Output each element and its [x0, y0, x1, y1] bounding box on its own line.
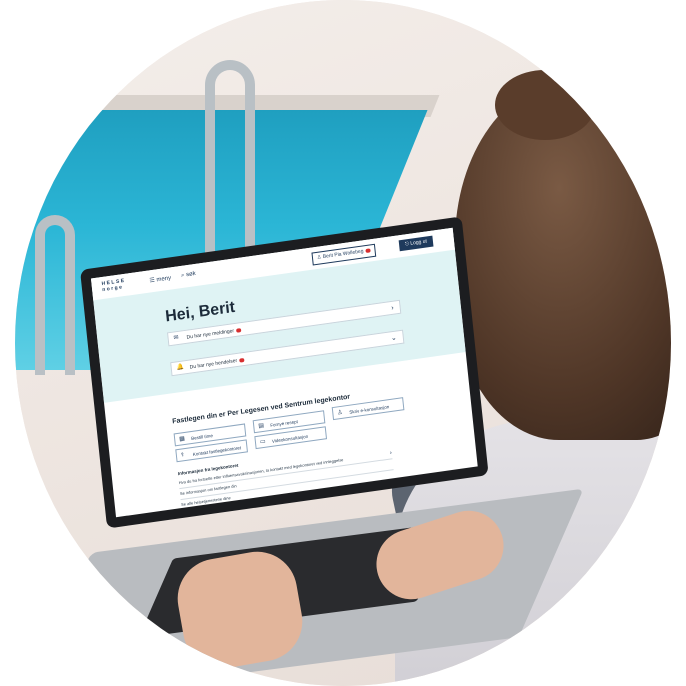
person-icon: ♙ — [337, 409, 344, 417]
laptop: HELSE norge ☰ meny ⌕ søk ♙ Berit Pia Wol… — [80, 216, 489, 529]
chevron-right-icon: › — [389, 450, 393, 457]
chevron-right-icon: › — [391, 304, 395, 312]
notification-badge — [238, 357, 245, 363]
notification-badge — [235, 327, 242, 333]
menu-button[interactable]: ☰ meny — [149, 274, 171, 284]
circular-photo: HELSE norge ☰ meny ⌕ søk ♙ Berit Pia Wol… — [15, 0, 671, 686]
video-icon: ▭ — [259, 438, 266, 446]
logout-icon: ⎋ — [404, 240, 410, 248]
search-icon: ⌕ — [180, 272, 185, 279]
pool-ladder-rail — [35, 215, 75, 375]
person-icon: ♙ — [316, 254, 322, 261]
mail-icon: ✉ — [173, 334, 179, 342]
notification-badge — [365, 248, 371, 253]
helsenorge-logo[interactable]: HELSE norge — [101, 277, 132, 293]
person-hair-bun — [495, 70, 595, 140]
laptop-screen: HELSE norge ☰ meny ⌕ søk ♙ Berit Pia Wol… — [90, 227, 478, 518]
chevron-down-icon: ⌄ — [390, 334, 398, 343]
search-button[interactable]: ⌕ søk — [181, 271, 196, 280]
hamburger-icon: ☰ — [149, 277, 156, 285]
calendar-icon: ▦ — [178, 435, 186, 443]
bell-icon: 🔔 — [176, 364, 185, 372]
doctor-icon: ⚕ — [180, 452, 185, 459]
prescription-icon: ▤ — [258, 422, 265, 430]
logout-button[interactable]: ⎋ Logg ut — [398, 235, 434, 252]
